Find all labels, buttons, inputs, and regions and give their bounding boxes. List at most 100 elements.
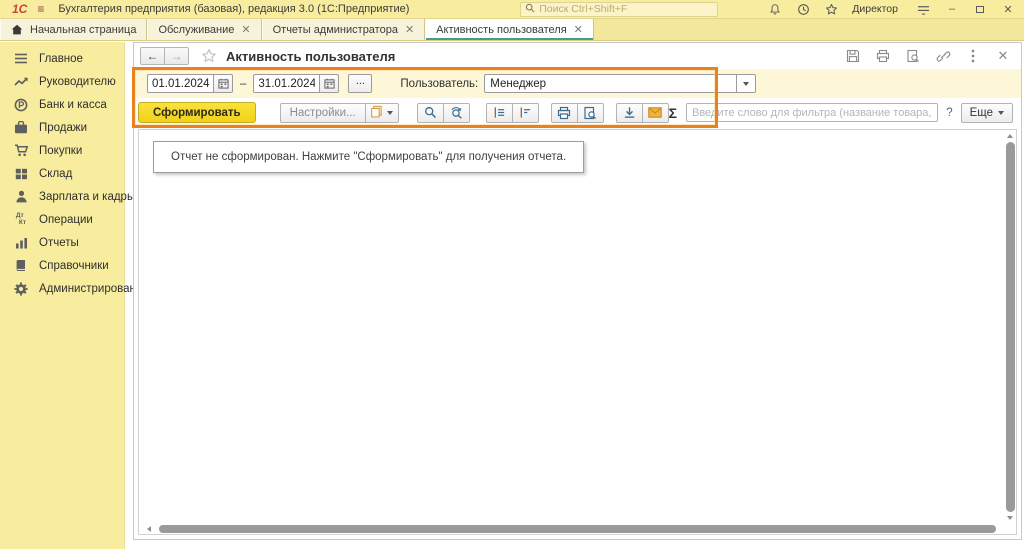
cancel-find-icon[interactable] <box>443 103 470 123</box>
tab-1[interactable]: Обслуживание✕ <box>147 19 261 40</box>
choose-period-button[interactable]: ... <box>348 74 372 93</box>
save-icon[interactable] <box>843 47 863 65</box>
user-field-label: Пользователь: <box>400 78 478 90</box>
variants-dropdown-icon <box>387 111 393 115</box>
print-group <box>551 103 604 123</box>
period-separator: – <box>240 78 246 90</box>
back-button[interactable]: ← <box>140 47 165 65</box>
tab-close-icon[interactable]: ✕ <box>241 23 250 36</box>
notifications-icon[interactable] <box>764 1 786 17</box>
get-link-icon[interactable] <box>933 47 953 65</box>
add-to-favorites-icon[interactable] <box>201 48 217 64</box>
print-report-icon[interactable] <box>551 103 578 123</box>
tab-label: Отчеты администратора <box>273 24 398 36</box>
grouping-group <box>486 103 539 123</box>
sidebar-item-staff[interactable]: Зарплата и кадры <box>0 185 124 208</box>
favorites-icon[interactable] <box>820 1 842 17</box>
global-search-input[interactable] <box>539 3 713 15</box>
forward-button[interactable]: → <box>164 47 189 65</box>
vertical-scrollbar[interactable] <box>1006 132 1015 522</box>
close-form-icon[interactable]: ✕ <box>993 47 1013 65</box>
app-title: Бухгалтерия предприятия (базовая), редак… <box>58 3 409 15</box>
help-link[interactable]: ? <box>946 107 952 119</box>
send-email-icon[interactable] <box>642 103 669 123</box>
more-dropdown-icon <box>998 111 1004 115</box>
current-user-name[interactable]: Директор <box>852 3 898 15</box>
sidebar-item-label: Руководителю <box>39 76 116 88</box>
tab-home[interactable]: Начальная страница <box>0 19 147 40</box>
tab-label: Начальная страница <box>30 24 136 36</box>
vertical-scroll-thumb[interactable] <box>1006 142 1015 512</box>
sidebar-item-label: Операции <box>39 214 93 226</box>
menu-icon <box>13 51 29 67</box>
sidebar-item-label: Отчеты <box>39 237 79 249</box>
tab-2[interactable]: Отчеты администратора ✕ <box>262 19 426 40</box>
sidebar-item-admin[interactable]: Администрирование <box>0 277 124 300</box>
sidebar-item-label: Справочники <box>39 260 109 272</box>
period-end-input[interactable] <box>253 74 319 93</box>
period-start-input[interactable] <box>147 74 213 93</box>
more-button[interactable]: Еще <box>961 103 1013 123</box>
page-title: Активность пользователя <box>226 49 395 64</box>
report-result-area: Отчет не сформирован. Нажмите "Сформиров… <box>138 129 1017 535</box>
tab-close-icon[interactable]: ✕ <box>574 23 583 36</box>
sidebar-item-label: Склад <box>39 168 72 180</box>
sidebar-item-bank[interactable]: Банк и касса <box>0 93 124 116</box>
expand-groups-icon[interactable] <box>486 103 513 123</box>
settings-button[interactable]: Настройки... <box>280 103 366 123</box>
scroll-down-icon[interactable] <box>1007 516 1013 520</box>
global-search-box[interactable] <box>520 2 718 17</box>
sidebar-item-label: Зарплата и кадры <box>39 191 135 203</box>
scroll-up-icon[interactable] <box>1007 134 1013 138</box>
close-window-icon[interactable]: ✕ <box>998 1 1018 17</box>
search-group <box>417 103 470 123</box>
sidebar-item-reports[interactable]: Отчеты <box>0 231 124 254</box>
report-variants-button[interactable] <box>365 103 399 123</box>
sidebar-item-purchases[interactable]: Покупки <box>0 139 124 162</box>
sidebar-item-sales[interactable]: Продажи <box>0 116 124 139</box>
minimize-icon[interactable]: – <box>942 1 962 17</box>
print-preview-icon[interactable] <box>903 47 923 65</box>
more-actions-icon[interactable] <box>963 47 983 65</box>
calendar-icon[interactable] <box>213 74 233 93</box>
tab-bar: Начальная страницаОбслуживание✕Отчеты ад… <box>0 19 1024 41</box>
more-button-label: Еще <box>970 107 993 119</box>
user-combo-field <box>484 74 756 93</box>
save-file-icon[interactable] <box>616 103 643 123</box>
trend-icon <box>13 74 29 90</box>
scroll-left-icon[interactable] <box>147 526 151 532</box>
collapse-groups-icon[interactable] <box>512 103 539 123</box>
sidebar-item-trend[interactable]: Руководителю <box>0 70 124 93</box>
purchases-icon <box>13 143 29 159</box>
warehouse-icon <box>13 166 29 182</box>
history-icon[interactable] <box>792 1 814 17</box>
report-form-panel: ← → Активность пользователя ✕ – <box>133 42 1022 540</box>
window-titlebar: 1С ≡ Бухгалтерия предприятия (базовая), … <box>0 0 1024 19</box>
main-area: Главное Руководителю Банк и кассаПродажи По… <box>0 42 1024 549</box>
generate-report-button[interactable]: Сформировать <box>138 102 256 123</box>
history-nav: ← → <box>140 47 189 65</box>
horizontal-scroll-thumb[interactable] <box>159 525 996 533</box>
horizontal-scrollbar[interactable] <box>145 525 1002 533</box>
user-dropdown-icon[interactable] <box>736 74 756 93</box>
user-menu-icon[interactable] <box>912 1 934 17</box>
maximize-icon[interactable] <box>970 1 990 17</box>
tab-close-icon[interactable]: ✕ <box>405 23 414 36</box>
sections-sidebar: Главное Руководителю Банк и кассаПродажи По… <box>0 42 125 549</box>
find-icon[interactable] <box>417 103 444 123</box>
user-input[interactable] <box>484 74 736 93</box>
sidebar-item-operations[interactable]: ДтКтОперации <box>0 208 124 231</box>
quick-filter-input[interactable] <box>686 103 938 122</box>
sidebar-item-catalogs[interactable]: Справочники <box>0 254 124 277</box>
sidebar-item-label: Покупки <box>39 145 82 157</box>
report-toolbar: Сформировать Настройки... <box>134 98 1021 127</box>
report-variants-icon <box>370 105 383 121</box>
main-menu-icon[interactable]: ≡ <box>37 3 44 15</box>
calendar-icon[interactable] <box>319 74 339 93</box>
sum-sigma-icon[interactable]: Σ <box>669 105 677 121</box>
preview-report-icon[interactable] <box>577 103 604 123</box>
tab-3[interactable]: Активность пользователя✕ <box>425 19 594 40</box>
sidebar-item-menu[interactable]: Главное <box>0 47 124 70</box>
sidebar-item-warehouse[interactable]: Склад <box>0 162 124 185</box>
print-icon[interactable] <box>873 47 893 65</box>
